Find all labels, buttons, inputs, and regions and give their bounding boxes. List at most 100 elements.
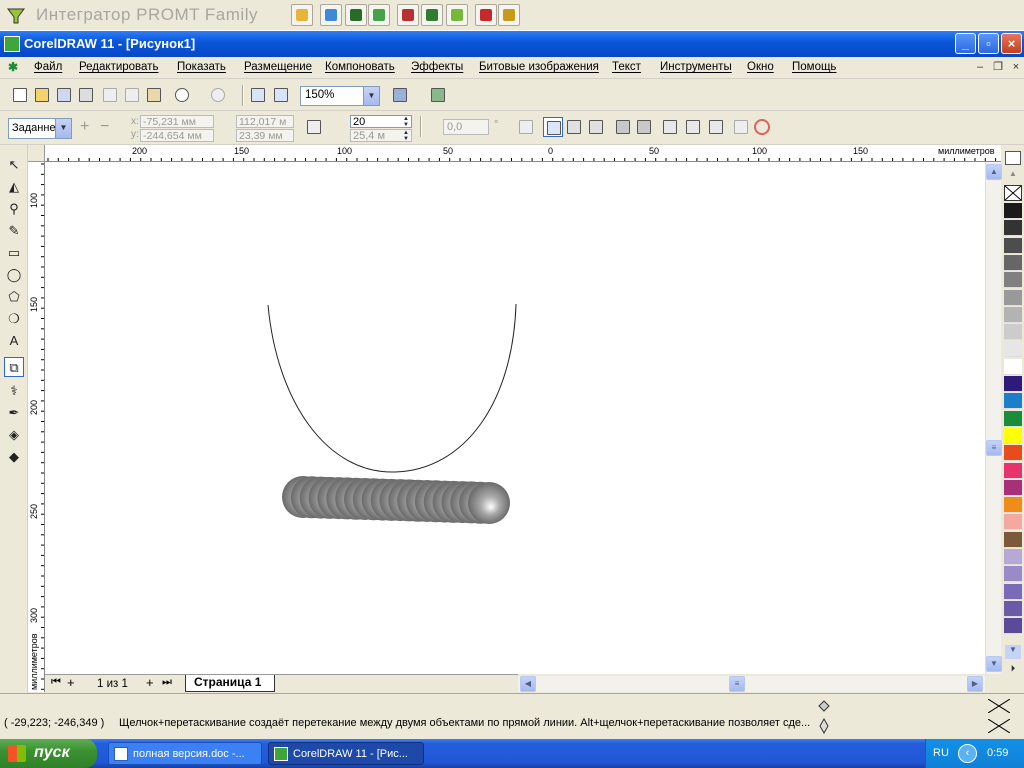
freehand-tool-icon[interactable]: ✎ — [4, 221, 24, 241]
color-swatch[interactable] — [1004, 410, 1022, 427]
fill-indicator-icon[interactable] — [816, 698, 832, 714]
scroll-thumb[interactable]: ≡ — [986, 440, 1002, 456]
menu-edit[interactable]: Редактировать — [79, 61, 158, 73]
menu-tools[interactable]: Инструменты — [660, 61, 732, 73]
palette-scroll-up-icon[interactable]: ▲ — [1005, 169, 1021, 183]
y-position-field[interactable]: -244,654 мм — [140, 129, 214, 142]
scroll-thumb[interactable]: ≡ — [729, 676, 745, 692]
add-preset-icon[interactable]: + — [80, 118, 100, 138]
ellipse-tool-icon[interactable]: ◯ — [4, 265, 24, 285]
color-acceleration-icon[interactable] — [634, 117, 654, 137]
preset-select[interactable]: Заданне ▼ — [8, 118, 72, 139]
doc-minimize-button[interactable]: – — [972, 60, 988, 76]
promt-dict2-icon[interactable] — [475, 4, 497, 26]
color-swatch[interactable] — [1004, 445, 1022, 462]
scroll-down-icon[interactable]: ▼ — [986, 656, 1002, 672]
color-swatch[interactable] — [1004, 289, 1022, 306]
ruler-origin[interactable] — [28, 145, 45, 162]
color-swatch[interactable] — [1004, 566, 1022, 583]
palette-expand-icon[interactable]: ⏵ — [1005, 663, 1021, 677]
window-title-bar[interactable]: CorelDRAW 11 - [Рисунок1] _ ▫ × — [0, 31, 1024, 57]
color-swatch[interactable] — [1004, 479, 1022, 496]
color-swatch[interactable] — [1004, 531, 1022, 548]
scroll-left-icon[interactable]: ◀ — [520, 676, 536, 692]
outline-pen-icon[interactable] — [818, 718, 830, 734]
last-page-icon[interactable]: ⏭ — [162, 676, 172, 689]
menu-window[interactable]: Окно — [747, 61, 774, 73]
open-icon[interactable] — [32, 85, 52, 105]
no-color-swatch[interactable] — [1004, 185, 1022, 201]
horizontal-scrollbar[interactable]: ◀ ≡ ▶ — [518, 676, 985, 692]
more-blend-options-icon[interactable] — [706, 117, 726, 137]
blend-direction-field[interactable]: 0,0 — [443, 119, 489, 135]
scroll-up-icon[interactable]: ▲ — [986, 164, 1002, 180]
doc-restore-button[interactable]: ❐ — [990, 60, 1006, 76]
add-page-before-icon[interactable]: + — [67, 675, 75, 690]
clockwise-blend-icon[interactable] — [564, 117, 584, 137]
eyedropper-tool-icon[interactable]: ⚕ — [4, 381, 24, 401]
loop-blend-icon[interactable] — [516, 117, 536, 137]
color-swatch[interactable] — [1004, 306, 1022, 323]
color-swatch[interactable] — [1004, 618, 1022, 635]
document-menu-icon[interactable]: ✱ — [8, 61, 20, 73]
color-swatch[interactable] — [1004, 514, 1022, 531]
doc-close-button[interactable]: × — [1008, 60, 1024, 76]
color-swatch[interactable] — [1004, 203, 1022, 219]
shape-tool-icon[interactable]: ◭ — [4, 177, 24, 197]
menu-view[interactable]: Показать — [177, 61, 226, 73]
blend-spacing-field[interactable]: 25,4 м ▲ ▼ — [350, 129, 412, 142]
fill-tool-icon[interactable]: ◈ — [4, 425, 24, 445]
interactive-blend-tool-icon[interactable]: ⧉ — [4, 357, 24, 377]
remove-preset-icon[interactable]: − — [100, 118, 120, 138]
redo-icon[interactable] — [208, 85, 228, 105]
vertical-ruler[interactable]: 100 150 200 250 300 миллиметров — [28, 162, 45, 692]
vertical-scrollbar[interactable]: ▲ ≡ ▼ — [985, 162, 1002, 674]
promt-settings-icon[interactable] — [498, 4, 520, 26]
menu-file[interactable]: Файл — [34, 61, 62, 73]
width-field[interactable]: 112,017 м — [236, 115, 294, 128]
menu-text[interactable]: Текст — [612, 61, 641, 73]
corel-online-icon[interactable] — [428, 85, 448, 105]
rectangle-tool-icon[interactable]: ▭ — [4, 243, 24, 263]
undo-icon[interactable] — [172, 85, 192, 105]
maximize-button[interactable]: ▫ — [978, 33, 999, 54]
blend-steps-field[interactable]: 20 ▲ ▼ — [350, 115, 412, 128]
paste-icon[interactable] — [144, 85, 164, 105]
menu-arrange[interactable]: Компоновать — [325, 61, 395, 73]
horizontal-ruler[interactable]: 200 150 100 50 0 50 100 150 миллиметров — [45, 145, 1001, 162]
outline-tool-icon[interactable]: ✒ — [4, 403, 24, 423]
color-swatch[interactable] — [1004, 497, 1022, 514]
color-swatch[interactable] — [1004, 272, 1022, 289]
polygon-tool-icon[interactable]: ⬠ — [4, 287, 24, 307]
start-button[interactable]: пуск — [0, 739, 97, 768]
zoom-level-select[interactable]: 150% ▼ — [300, 86, 380, 106]
color-swatch[interactable] — [1004, 358, 1022, 375]
tab-page-1[interactable]: Страница 1 — [185, 675, 275, 692]
color-swatch[interactable] — [1004, 237, 1022, 254]
color-swatch[interactable] — [1004, 254, 1022, 271]
menu-layout[interactable]: Размещение — [244, 61, 312, 73]
text-tool-icon[interactable]: A — [4, 331, 24, 351]
spin-icon[interactable]: ▲ ▼ — [401, 130, 411, 142]
drawing-area[interactable] — [45, 162, 985, 674]
save-icon[interactable] — [54, 85, 74, 105]
chevron-down-icon[interactable]: ▼ — [363, 87, 379, 105]
promt-open-icon[interactable] — [291, 4, 313, 26]
start-end-properties-icon[interactable] — [660, 117, 680, 137]
new-icon[interactable] — [10, 85, 30, 105]
palette-scroll-down-icon[interactable]: ▼ — [1005, 645, 1021, 659]
promt-globe-icon[interactable] — [421, 4, 443, 26]
first-page-icon[interactable]: ⏮ — [51, 676, 61, 689]
color-swatch[interactable] — [1004, 600, 1022, 617]
object-acceleration-icon[interactable] — [613, 117, 633, 137]
blend-path-curve[interactable] — [267, 303, 517, 473]
promt-filter-icon[interactable] — [368, 4, 390, 26]
menu-bitmaps[interactable]: Битовые изображения — [479, 61, 599, 73]
zoom-tool-icon[interactable]: ⚲ — [4, 199, 24, 219]
color-swatch[interactable] — [1004, 549, 1022, 565]
blend-steps-icon[interactable] — [304, 117, 324, 137]
blend-object[interactable] — [282, 476, 510, 524]
print-icon[interactable] — [76, 85, 96, 105]
color-swatch[interactable] — [1004, 220, 1022, 237]
direct-blend-icon[interactable] — [543, 117, 563, 137]
